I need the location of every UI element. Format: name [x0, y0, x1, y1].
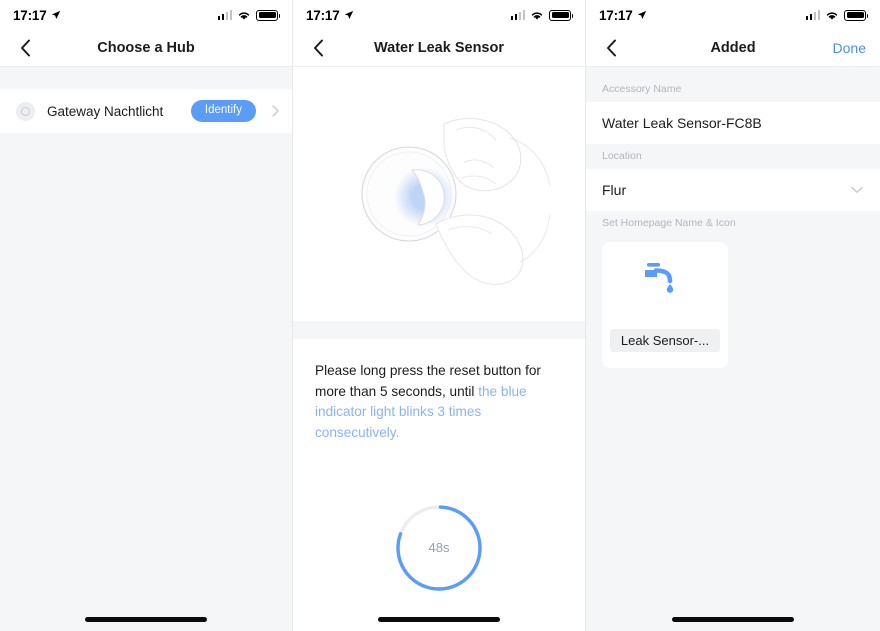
hub-list-item[interactable]: Gateway Nachtlicht Identify [0, 89, 292, 133]
wifi-icon [238, 11, 250, 20]
status-bar: 17:17 [586, 0, 880, 30]
status-bar: 17:17 [293, 0, 585, 30]
three-phone-screenshots: 17:17 Choose a Hub Gateway Nachtlicht Id… [0, 0, 880, 631]
done-button[interactable]: Done [833, 40, 866, 56]
battery-icon [844, 9, 868, 21]
back-button[interactable] [600, 37, 622, 59]
nav-bar: Water Leak Sensor [293, 30, 585, 66]
page-title: Water Leak Sensor [373, 40, 504, 56]
battery-icon [256, 9, 280, 21]
battery-icon [549, 9, 573, 21]
screen-water-leak-sensor-pairing: 17:17 Water Leak Sensor Please long pres… [293, 0, 586, 631]
status-bar-indicators [805, 9, 868, 21]
cellular-signal-icon [217, 10, 232, 20]
cellular-signal-icon [805, 10, 820, 20]
hub-device-icon [16, 101, 35, 121]
location-arrow-icon [51, 10, 60, 19]
screen-choose-a-hub: 17:17 Choose a Hub Gateway Nachtlicht Id… [0, 0, 293, 631]
location-select[interactable]: Flur [586, 169, 880, 211]
nav-bar: Choose a Hub [0, 30, 292, 66]
hub-name: Gateway Nachtlicht [47, 103, 164, 119]
disclosure-indicator [268, 105, 282, 117]
home-indicator [85, 617, 207, 622]
location-label: Location [602, 150, 642, 162]
instruction-section: Please long press the reset button for m… [293, 339, 585, 631]
status-bar-time-group: 17:17 [306, 8, 354, 23]
page-title: Choose a Hub [97, 40, 195, 56]
back-button[interactable] [307, 37, 329, 59]
status-bar-time: 17:17 [13, 7, 47, 23]
wifi-icon [531, 11, 543, 20]
screen-accessory-added: 17:17 Added Done Accessory Name Water Le… [586, 0, 880, 631]
home-indicator [378, 617, 500, 622]
identify-button[interactable]: Identify [190, 100, 256, 122]
status-bar-indicators [217, 9, 280, 21]
accessory-form: Accessory Name Water Leak Sensor-FC8B Lo… [586, 67, 880, 368]
countdown-ring: 48s [393, 502, 485, 594]
back-button[interactable] [14, 37, 36, 59]
status-bar-time: 17:17 [306, 7, 340, 23]
countdown-value: 48s [428, 540, 450, 556]
homepage-icon-card[interactable]: Leak Sensor-... [602, 242, 728, 368]
accessory-name-label: Accessory Name [602, 83, 682, 95]
homepage-name-chip[interactable]: Leak Sensor-... [610, 329, 720, 352]
status-bar-time-group: 17:17 [599, 8, 647, 23]
chevron-down-glyph [851, 186, 863, 193]
homepage-section-label: Set Homepage Name & Icon [602, 217, 736, 229]
chevron-left-icon [606, 39, 616, 57]
accessory-name-field[interactable]: Water Leak Sensor-FC8B [586, 102, 880, 144]
status-bar-indicators [510, 9, 573, 21]
chevron-right-icon [271, 105, 279, 117]
chevron-left-icon [20, 39, 30, 57]
location-arrow-icon [637, 10, 646, 19]
status-bar: 17:17 [0, 0, 292, 30]
location-arrow-icon [344, 10, 353, 19]
home-indicator [672, 617, 794, 622]
faucet-water-drop-icon [645, 263, 674, 293]
countdown-timer: 48s [315, 502, 563, 594]
chevron-down-icon [850, 186, 864, 194]
wifi-icon [826, 11, 838, 20]
nav-bar: Added Done [586, 30, 880, 66]
reset-instruction: Please long press the reset button for m… [315, 361, 563, 444]
status-bar-time: 17:17 [599, 7, 633, 23]
chevron-left-icon [313, 39, 323, 57]
reset-button-illustration [293, 67, 585, 321]
location-value: Flur [602, 182, 627, 198]
section-gap [0, 67, 292, 89]
cellular-signal-icon [510, 10, 525, 20]
accessory-name-value: Water Leak Sensor-FC8B [602, 115, 762, 131]
hand-pressing-reset-button-illustration [361, 117, 551, 285]
status-bar-time-group: 17:17 [13, 8, 61, 23]
